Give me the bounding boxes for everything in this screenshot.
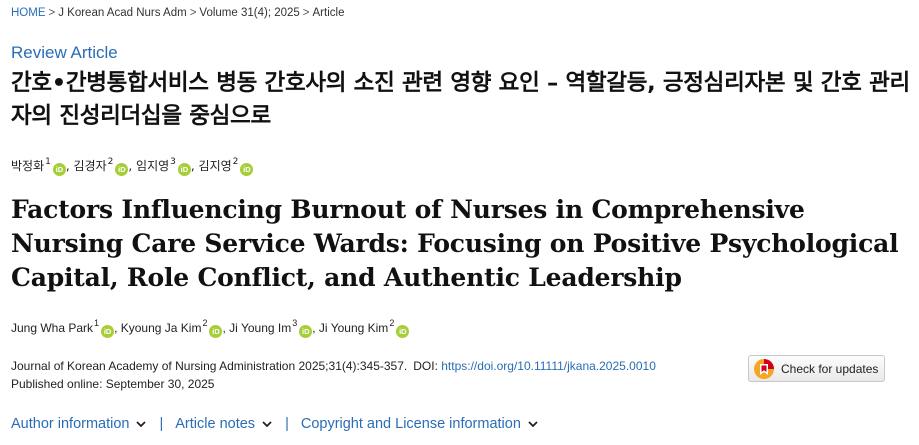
author-separator: ,	[190, 159, 195, 173]
author-name-link[interactable]: 박정화	[11, 159, 44, 173]
breadcrumb-volume-link[interactable]: Volume 31(4); 2025	[199, 7, 299, 19]
author-separator: ,	[222, 321, 226, 335]
article-info-bar: Author information | Article notes | Cop…	[11, 416, 539, 432]
author: Ji Young Kim2iD	[319, 318, 410, 338]
orcid-icon[interactable]: iD	[52, 163, 66, 176]
affiliation-number: 1	[45, 157, 51, 167]
author-separator: ,	[128, 159, 133, 173]
author: 임지영3iD,	[136, 157, 195, 176]
copyright-license-label: Copyright and License information	[300, 416, 521, 432]
affiliation-number: 2	[107, 157, 114, 167]
orcid-icon[interactable]: iD	[299, 325, 313, 338]
orcid-icon[interactable]: iD	[177, 163, 191, 176]
orcid-icon[interactable]: iD	[209, 325, 223, 338]
author: 김경자2iD,	[74, 157, 133, 176]
breadcrumb-separator: >	[48, 7, 56, 19]
author-name-link[interactable]: 김경자	[74, 159, 107, 173]
korean-author-list: 박정화1iD, 김경자2iD, 임지영3iD, 김지영2iD	[11, 157, 254, 176]
breadcrumb-separator: >	[302, 7, 310, 19]
author-name-link[interactable]: Ji Young Im	[229, 321, 291, 335]
divider: |	[285, 416, 289, 432]
author-name-link[interactable]: Jung Wha Park	[11, 321, 93, 335]
published-date: Published online: September 30, 2025	[11, 377, 215, 391]
author-separator: ,	[312, 321, 316, 335]
chevron-down-icon	[136, 421, 147, 428]
check-for-updates-label: Check for updates	[781, 361, 879, 376]
author: 김지영2iD	[199, 157, 254, 176]
affiliation-number: 3	[292, 318, 298, 328]
affiliation-number: 3	[170, 157, 176, 167]
author: Kyoung Ja Kim2iD,	[121, 318, 226, 338]
affiliation-number: 2	[389, 318, 395, 328]
orcid-icon[interactable]: iD	[101, 325, 115, 338]
divider: |	[159, 416, 164, 432]
author: Ji Young Im3iD,	[229, 318, 316, 338]
affiliation-number: 2	[202, 318, 208, 328]
author-information-label: Author information	[11, 416, 130, 432]
author-name-link[interactable]: Ji Young Kim	[319, 321, 388, 335]
check-for-updates-button[interactable]: Check for updates	[748, 355, 885, 382]
english-author-list: Jung Wha Park1iD, Kyoung Ja Kim2iD, Ji Y…	[11, 318, 410, 338]
author-separator: ,	[114, 321, 118, 335]
breadcrumb: HOME > J Korean Acad Nurs Adm > Volume 31(4)…	[11, 7, 344, 19]
doi-link[interactable]: https://doi.org/10.11111/jkana.2025.0010	[441, 359, 656, 373]
orcid-icon[interactable]: iD	[115, 163, 129, 176]
author-name-link[interactable]: 김지영	[199, 159, 232, 173]
article-notes-toggle[interactable]: Article notes	[175, 416, 273, 432]
doi-label: DOI:	[413, 359, 438, 373]
author-information-toggle[interactable]: Author information	[11, 416, 147, 432]
author: Jung Wha Park1iD,	[11, 318, 118, 338]
author-name-link[interactable]: 임지영	[136, 159, 169, 173]
article-type-label: Review Article	[11, 43, 118, 62]
breadcrumb-current: Article	[312, 7, 345, 19]
affiliation-number: 1	[94, 318, 100, 328]
breadcrumb-home-link[interactable]: HOME	[11, 7, 46, 19]
korean-title: 간호•간병통합서비스 병동 간호사의 소진 관련 영향 요인 – 역할갈등, 긍…	[11, 70, 910, 129]
citation-block: Journal of Korean Academy of Nursing Adm…	[11, 357, 656, 393]
orcid-icon[interactable]: iD	[240, 163, 254, 176]
author: 박정화1iD,	[11, 157, 70, 176]
breadcrumb-separator: >	[189, 7, 197, 19]
breadcrumb-journal-link[interactable]: J Korean Acad Nurs Adm	[58, 7, 186, 19]
chevron-down-icon	[262, 421, 272, 428]
author-separator: ,	[65, 159, 70, 173]
chevron-down-icon	[528, 421, 538, 428]
orcid-icon[interactable]: iD	[396, 325, 410, 338]
english-title: Factors Influencing Burnout of Nurses in…	[11, 195, 899, 292]
crossmark-icon	[753, 358, 775, 380]
journal-citation: Journal of Korean Academy of Nursing Adm…	[11, 359, 408, 373]
copyright-license-toggle[interactable]: Copyright and License information	[301, 416, 539, 432]
affiliation-number: 2	[232, 157, 239, 167]
author-name-link[interactable]: Kyoung Ja Kim	[121, 321, 202, 335]
article-notes-label: Article notes	[175, 416, 256, 432]
